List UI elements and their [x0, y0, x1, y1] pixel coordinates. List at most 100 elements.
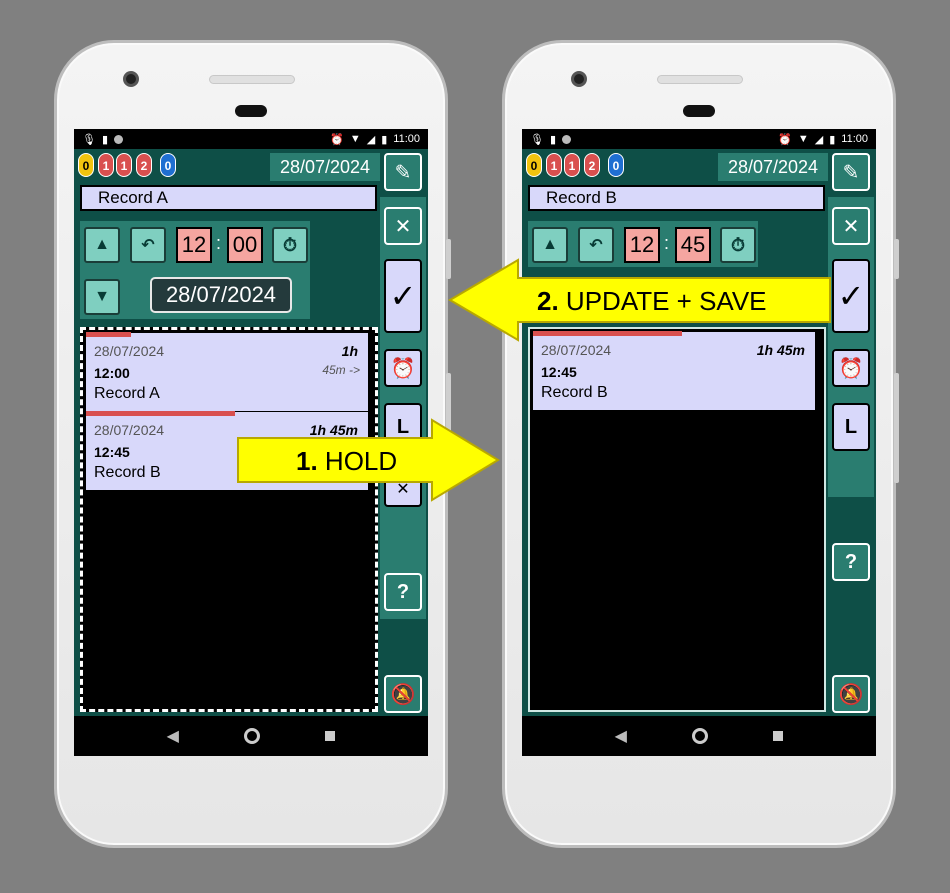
counter-badge[interactable]: 1	[98, 153, 114, 177]
front-camera	[571, 71, 587, 87]
records-list[interactable]: 28/07/2024 12:00 Record A 1h 45m -> 28/0…	[80, 327, 378, 712]
status-time: 11:00	[393, 133, 420, 145]
counter-badge[interactable]: 0	[608, 153, 624, 177]
counter-badge[interactable]: 0	[160, 153, 176, 177]
home-icon[interactable]	[244, 728, 261, 744]
bell-off-button[interactable]: 🔕	[384, 675, 422, 713]
record-name: Record A	[94, 385, 160, 402]
header-date[interactable]: 28/07/2024	[270, 153, 380, 181]
increment-up-button[interactable]: ▲	[84, 227, 120, 263]
checkmark-icon: ✓	[837, 278, 865, 314]
record-duration: 1h	[341, 343, 358, 359]
time-colon: :	[664, 233, 670, 253]
alarm-button[interactable]: ⏰	[832, 349, 870, 387]
record-time: 12:45	[94, 444, 130, 460]
pencil-icon: ✎	[842, 161, 860, 184]
header-date[interactable]: 28/07/2024	[718, 153, 828, 181]
increment-down-button[interactable]: ▼	[84, 279, 120, 315]
record-progress-bar	[86, 411, 236, 416]
counter-badge[interactable]: 1	[116, 153, 132, 177]
record-name-field[interactable]: Record A	[80, 185, 377, 211]
close-icon: ✕	[842, 215, 860, 238]
sync-icon	[114, 134, 124, 144]
checkmark-icon: ✓	[389, 278, 417, 314]
add-timer-button[interactable]: ⏱	[272, 227, 308, 263]
sidebar: ✎ ✕ ✓ ⏰ L ? 🔕	[828, 153, 876, 713]
speaker-grille	[209, 75, 295, 84]
mic-icon: 🎙	[82, 133, 96, 146]
help-icon: ?	[396, 580, 410, 603]
step1-label: 1. HOLD	[296, 446, 397, 477]
counter-badge[interactable]: 1	[546, 153, 562, 177]
sd-card-icon: ▮	[549, 133, 557, 146]
close-button[interactable]: ✕	[832, 207, 870, 245]
home-icon[interactable]	[692, 728, 709, 744]
close-icon: ✕	[394, 215, 412, 238]
counter-badge[interactable]: 1	[564, 153, 580, 177]
recents-icon[interactable]	[325, 731, 336, 741]
sync-icon	[562, 134, 572, 144]
records-list[interactable]: 28/07/2024 12:45 Record B 1h 45m	[528, 327, 826, 712]
triangle-up-icon: ▲	[542, 236, 558, 253]
alarm-status-icon: ⏰	[778, 133, 792, 146]
wifi-icon: ▼	[349, 133, 361, 145]
help-button[interactable]: ?	[832, 543, 870, 581]
undo-icon: ↶	[141, 237, 155, 254]
clock-plus-icon: ⏱	[730, 234, 746, 255]
counter-badge[interactable]: 2	[584, 153, 600, 177]
record-progress-bar	[86, 332, 132, 337]
letter-l-button[interactable]: L	[832, 403, 870, 451]
step2-label: 2. UPDATE + SAVE	[537, 286, 767, 317]
battery-icon: ▮	[381, 133, 388, 146]
bell-off-button[interactable]: 🔕	[832, 675, 870, 713]
record-date: 28/07/2024	[94, 343, 165, 359]
date-field[interactable]: 28/07/2024	[150, 277, 292, 313]
record-date: 28/07/2024	[541, 342, 612, 358]
bell-off-icon: 🔕	[390, 683, 416, 706]
front-camera	[123, 71, 139, 87]
record-next-gap: 45m ->	[322, 363, 360, 377]
triangle-down-icon: ▼	[94, 288, 110, 305]
confirm-button[interactable]: ✓	[832, 259, 870, 333]
volume-rocker	[894, 373, 899, 483]
edit-button[interactable]: ✎	[384, 153, 422, 191]
counter-badge[interactable]: 2	[136, 153, 152, 177]
pencil-icon: ✎	[394, 161, 412, 184]
mic-icon: 🎙	[530, 133, 544, 146]
record-date: 28/07/2024	[94, 422, 165, 438]
back-icon[interactable]: ◀	[167, 726, 179, 746]
close-button[interactable]: ✕	[384, 207, 422, 245]
status-bar: 🎙 ▮ ⏰ ▼ ◢ ▮ 11:00	[74, 129, 428, 149]
record-name: Record B	[94, 464, 161, 481]
power-button	[894, 239, 899, 279]
record-name-field[interactable]: Record B	[528, 185, 825, 211]
nav-bar: ◀	[74, 716, 428, 756]
proximity-sensor	[683, 105, 715, 117]
step2-text: UPDATE + SAVE	[565, 286, 767, 316]
minute-field[interactable]: 00	[227, 227, 263, 263]
list-item[interactable]: 28/07/2024 12:00 Record A 1h 45m ->	[86, 332, 368, 411]
help-button[interactable]: ?	[384, 573, 422, 611]
alarm-check-icon: ⏰	[390, 357, 416, 380]
speaker-grille	[657, 75, 743, 84]
triangle-up-icon: ▲	[94, 236, 110, 253]
edit-button[interactable]: ✎	[832, 153, 870, 191]
back-icon[interactable]: ◀	[615, 726, 627, 746]
clock-plus-icon: ⏱	[282, 234, 298, 255]
time-colon: :	[216, 233, 222, 253]
undo-button[interactable]: ↶	[130, 227, 166, 263]
alarm-status-icon: ⏰	[330, 133, 344, 146]
counter-badge[interactable]: 0	[78, 153, 94, 177]
alarm-button[interactable]: ⏰	[384, 349, 422, 387]
list-item[interactable]: 28/07/2024 12:45 Record B 1h 45m	[533, 331, 815, 410]
recents-icon[interactable]	[773, 731, 784, 741]
screen-right: 🎙 ▮ ⏰ ▼ ◢ ▮ 11:00 0 1 1 2 0 28/07/2024 R…	[522, 129, 876, 756]
signal-icon: ◢	[366, 133, 376, 146]
record-time: 12:00	[94, 365, 130, 381]
counter-badge[interactable]: 0	[526, 153, 542, 177]
hour-field[interactable]: 12	[176, 227, 212, 263]
help-icon: ?	[844, 550, 858, 573]
status-time: 11:00	[841, 133, 868, 145]
bell-off-icon: 🔕	[838, 683, 864, 706]
confirm-button[interactable]: ✓	[384, 259, 422, 333]
